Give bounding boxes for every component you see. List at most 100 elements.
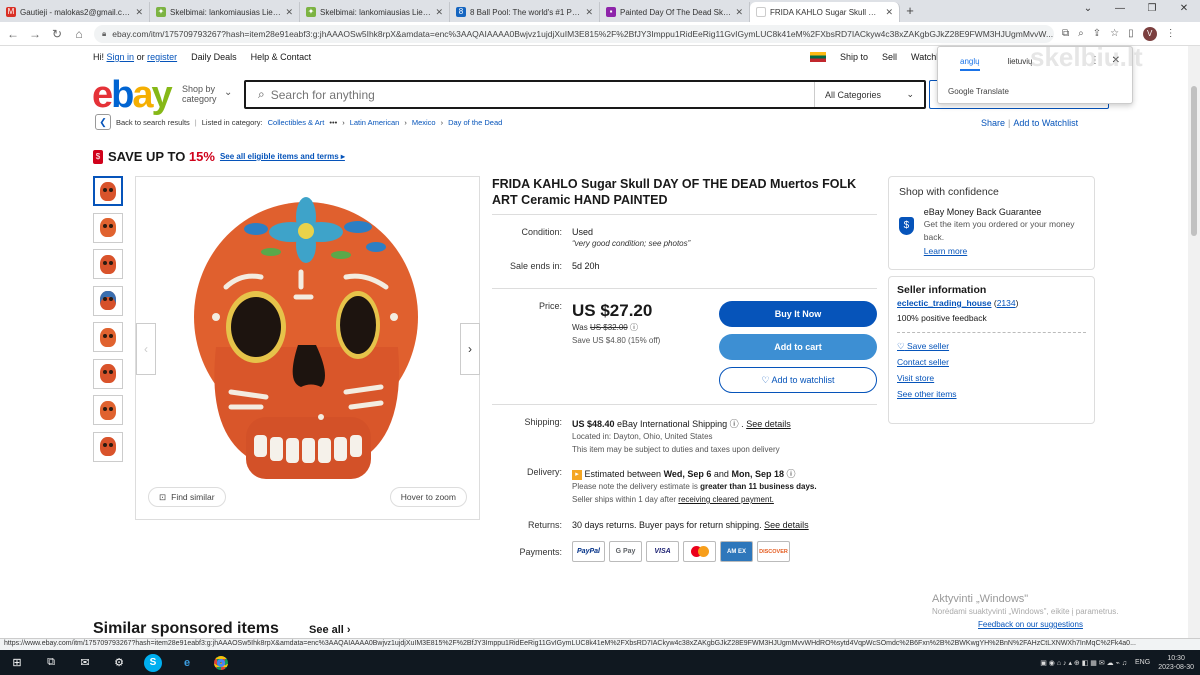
save-seller-link[interactable]: ♡ Save seller — [897, 338, 1086, 354]
discover-icon: DISCOVER — [757, 541, 790, 562]
seller-name-link[interactable]: eclectic_trading_house — [897, 298, 991, 308]
contact-seller-link[interactable]: Contact seller — [897, 354, 1086, 370]
language-indicator[interactable]: ENG — [1135, 659, 1150, 666]
close-icon[interactable]: ✕ — [735, 7, 743, 18]
address-bar: ← → ↻ ⌂ 🔒︎ ebay.com/itm/175709793267?has… — [0, 22, 1200, 46]
learn-more-link[interactable]: Learn more — [924, 246, 1084, 257]
windows-start-icon[interactable]: ⊞ — [8, 654, 26, 672]
thumbnail[interactable] — [93, 285, 123, 316]
tray-icons[interactable]: ▣ ◉ ⌂ ♪ ▴ ⊕ ◧ ▦ ✉ ☁ ⌁ ♫ — [1040, 659, 1127, 667]
info-icon[interactable]: ⓘ — [730, 419, 739, 429]
back-arrow-icon[interactable]: ❮ — [95, 114, 111, 130]
lang-source-tab[interactable]: anglų — [960, 57, 980, 71]
info-icon[interactable]: ⓘ — [786, 469, 795, 479]
add-to-watchlist-button[interactable]: ♡ Add to watchlist — [719, 367, 877, 393]
add-to-watchlist-link[interactable]: Add to Watchlist — [1013, 118, 1078, 128]
category-select[interactable]: All Categories ⌄ — [814, 82, 924, 107]
shipping-details-link[interactable]: See details — [746, 419, 791, 429]
share-icon[interactable]: ⇪ — [1093, 28, 1101, 39]
feedback-link[interactable]: Feedback on our suggestions — [978, 620, 1083, 629]
reload-icon[interactable]: ↻ — [50, 27, 64, 41]
add-to-cart-button[interactable]: Add to cart — [719, 334, 877, 360]
sign-in-link[interactable]: Sign in — [107, 52, 135, 62]
menu-icon[interactable]: ⋮ — [1166, 28, 1176, 39]
close-window-icon[interactable]: ✕ — [1168, 0, 1200, 18]
search-input[interactable] — [270, 87, 814, 102]
close-icon[interactable]: ✕ — [435, 7, 443, 18]
chevron-down-icon[interactable]: ⌄ — [1072, 0, 1104, 18]
scrollbar-thumb[interactable] — [1191, 86, 1197, 236]
back-to-results-link[interactable]: Back to search results — [116, 118, 190, 127]
thumbnail[interactable] — [93, 358, 123, 389]
bookmark-star-icon[interactable]: ☆ — [1110, 28, 1119, 39]
browser-tab[interactable]: M Gautieji - malokas2@gmail.com ✕ — [0, 2, 150, 22]
browser-tab[interactable]: ▪ Painted Day Of The Dead Skulls f ✕ — [600, 2, 750, 22]
breadcrumb-item[interactable]: Collectibles & Art — [268, 118, 325, 127]
thumbnail[interactable] — [93, 431, 123, 462]
breadcrumb-more[interactable]: ••• — [329, 118, 337, 127]
buy-it-now-button[interactable]: Buy It Now — [719, 301, 877, 327]
next-image-button[interactable]: › — [460, 323, 480, 375]
find-similar-button[interactable]: ⊡ Find similar — [148, 487, 226, 507]
chrome-icon[interactable] — [212, 654, 230, 672]
thumbnail[interactable] — [93, 212, 123, 243]
delivery-note-bold: greater than 11 business days. — [700, 482, 817, 491]
browser-tab[interactable]: ✦ Skelbimai: lankomiausias Lietuvo ✕ — [300, 2, 450, 22]
browser-tab[interactable]: 8 8 Ball Pool: The world's #1 Pool g ✕ — [450, 2, 600, 22]
help-contact-link[interactable]: Help & Contact — [251, 52, 312, 62]
prev-image-button[interactable]: ‹ — [136, 323, 156, 375]
see-other-items-link[interactable]: See other items — [897, 386, 1086, 402]
back-icon[interactable]: ← — [6, 27, 20, 41]
ship-to-link[interactable]: Ship to — [840, 52, 868, 62]
thumbnail[interactable] — [93, 176, 123, 206]
daily-deals-link[interactable]: Daily Deals — [191, 52, 237, 62]
visit-store-link[interactable]: Visit store — [897, 370, 1086, 386]
settings-gear-icon[interactable]: ⚙ — [110, 654, 128, 672]
close-icon[interactable]: ✕ — [885, 7, 893, 18]
breadcrumb-item[interactable]: Day of the Dead — [448, 118, 502, 127]
zoom-icon[interactable]: ⌕ — [1078, 28, 1084, 39]
task-view-icon[interactable]: ⧉ — [42, 654, 60, 672]
forward-icon[interactable]: → — [28, 27, 42, 41]
watchlist-link[interactable]: Watchli — [911, 52, 940, 62]
eligible-items-link[interactable]: See all eligible items and terms ▸ — [220, 152, 345, 161]
page-scrollbar[interactable] — [1188, 46, 1200, 638]
close-icon[interactable]: ✕ — [135, 7, 143, 18]
home-icon[interactable]: ⌂ — [72, 27, 86, 41]
shop-by-category[interactable]: Shop by category ⌄ — [182, 84, 232, 104]
lang-target-tab[interactable]: lietuvių — [1008, 57, 1033, 71]
cleared-payment-link[interactable]: receiving cleared payment. — [678, 495, 774, 504]
thumbnail[interactable] — [93, 322, 123, 352]
hover-to-zoom-hint: Hover to zoom — [389, 487, 467, 507]
skype-icon[interactable]: S — [144, 653, 162, 672]
browser-tab[interactable]: ✦ Skelbimai: lankomiausias Lietuvo ✕ — [150, 2, 300, 22]
browser-tab-active[interactable]: FRIDA KAHLO Sugar Skull DAY O ✕ — [750, 2, 900, 22]
breadcrumb-item[interactable]: Latin American — [350, 118, 400, 127]
thumbnail[interactable] — [93, 249, 123, 279]
new-tab-button[interactable]: + — [900, 2, 920, 22]
info-icon[interactable]: ⓘ — [630, 323, 638, 332]
register-link[interactable]: register — [147, 52, 177, 62]
shipping-amount: US $48.40 — [572, 419, 615, 429]
url-field[interactable]: 🔒︎ ebay.com/itm/175709793267?hash=item28… — [94, 24, 1054, 43]
maximize-icon[interactable]: ❐ — [1136, 0, 1168, 18]
breadcrumb-item[interactable]: Mexico — [412, 118, 436, 127]
sidepanel-icon[interactable]: ▯ — [1128, 28, 1134, 39]
seller-score-link[interactable]: 2134 — [997, 298, 1016, 308]
share-link[interactable]: Share — [981, 118, 1005, 128]
thumbnail[interactable] — [93, 395, 123, 425]
ebay-logo[interactable]: ebay — [92, 76, 173, 114]
edge-icon[interactable]: e — [178, 654, 196, 672]
mail-icon[interactable]: ✉ — [76, 654, 94, 672]
minimize-icon[interactable]: — — [1104, 0, 1136, 18]
see-all-link[interactable]: See all › — [309, 624, 351, 636]
avatar[interactable]: V — [1142, 26, 1157, 41]
close-icon[interactable]: ✕ — [285, 7, 293, 18]
delivery-icon: ▸ — [572, 469, 582, 480]
main-image-viewer[interactable]: ‹ › ⊡ Find similar Hover to zoom — [135, 176, 480, 520]
translate-icon[interactable]: ⧉ — [1062, 28, 1069, 39]
system-clock[interactable]: 10:30 2023-08-30 — [1158, 654, 1194, 672]
returns-details-link[interactable]: See details — [764, 520, 809, 530]
close-icon[interactable]: ✕ — [585, 7, 593, 18]
sell-link[interactable]: Sell — [882, 52, 897, 62]
